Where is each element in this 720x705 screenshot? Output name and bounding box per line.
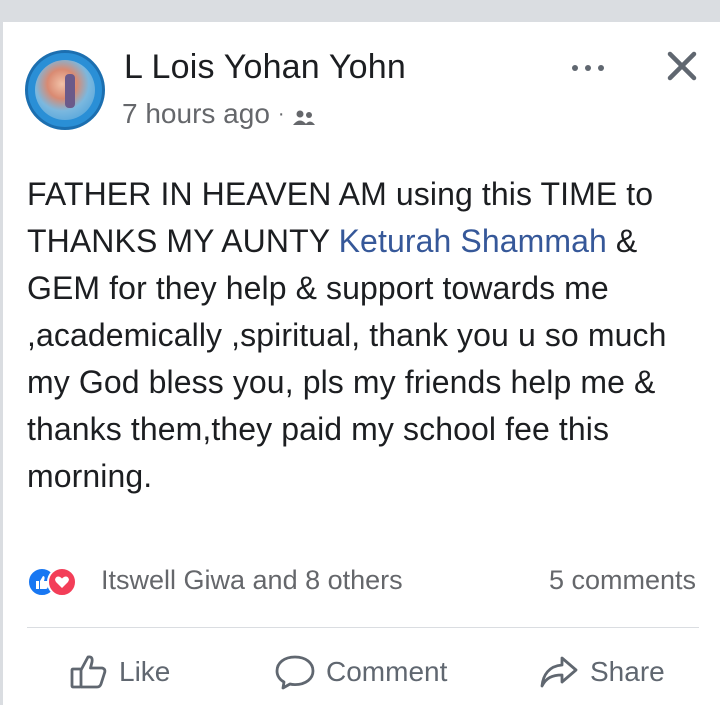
avatar-photo (35, 60, 95, 120)
like-icon (70, 655, 107, 689)
friends-icon (291, 104, 317, 125)
share-label: Share (590, 656, 665, 687)
action-bar: Like Comment Share (3, 642, 720, 702)
more-options-icon[interactable] (570, 56, 610, 80)
avatar-figure (65, 74, 75, 108)
post-text: FATHER IN HEAVEN AM using this TIME to T… (27, 171, 707, 500)
like-label: Like (119, 656, 171, 687)
meta-separator: · (277, 102, 285, 125)
reactions-summary[interactable]: Itswell Giwa and 8 others (27, 565, 403, 597)
post-meta: 7 hours ago · (122, 98, 317, 130)
actions-divider (27, 627, 699, 628)
post-card: L Lois Yohan Yohn 7 hours ago · FATHER I… (3, 26, 720, 705)
top-border (0, 0, 720, 22)
reaction-names[interactable]: Itswell Giwa and 8 others (101, 565, 403, 596)
avatar[interactable] (25, 50, 105, 130)
reaction-icons (27, 565, 99, 597)
mention-link[interactable]: Keturah Shammah (339, 223, 607, 259)
post-text-part2: & GEM for they help & support towards me… (27, 223, 667, 494)
comment-label: Comment (326, 656, 448, 687)
share-icon (540, 656, 578, 688)
author-name[interactable]: L Lois Yohan Yohn (124, 48, 406, 87)
comment-button[interactable]: Comment (274, 642, 447, 702)
love-reaction-icon (47, 567, 77, 597)
close-icon[interactable] (662, 46, 702, 86)
share-button[interactable]: Share (538, 642, 665, 702)
post-time[interactable]: 7 hours ago (122, 98, 270, 130)
comment-icon (275, 655, 315, 690)
comments-count[interactable]: 5 comments (549, 565, 696, 596)
like-button[interactable]: Like (69, 642, 170, 702)
